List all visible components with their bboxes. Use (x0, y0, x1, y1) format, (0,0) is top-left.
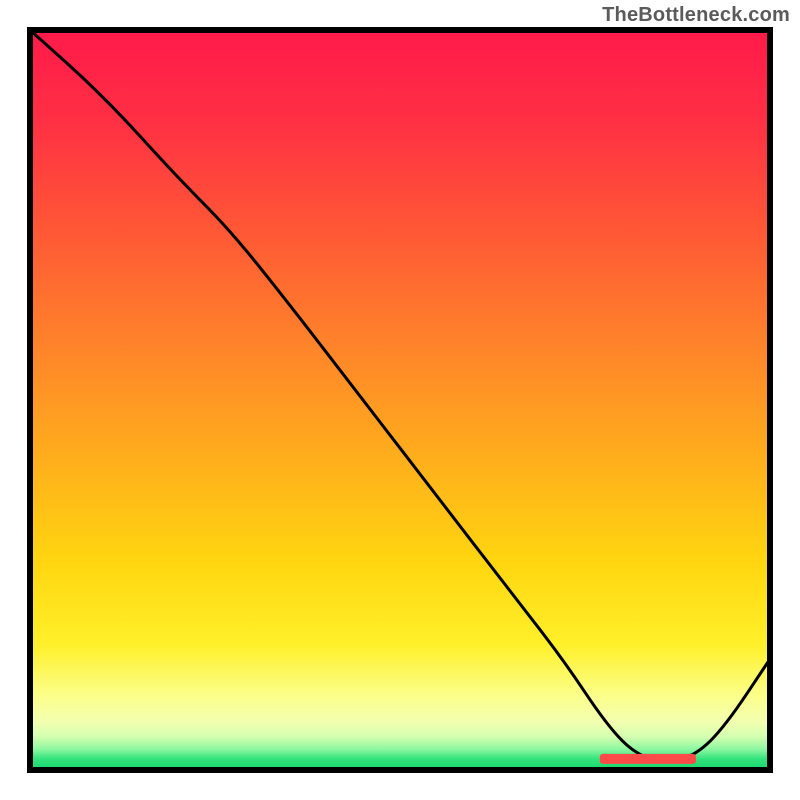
plot-background (30, 30, 770, 770)
bottleneck-chart (0, 0, 800, 800)
optimum-marker (600, 754, 696, 764)
